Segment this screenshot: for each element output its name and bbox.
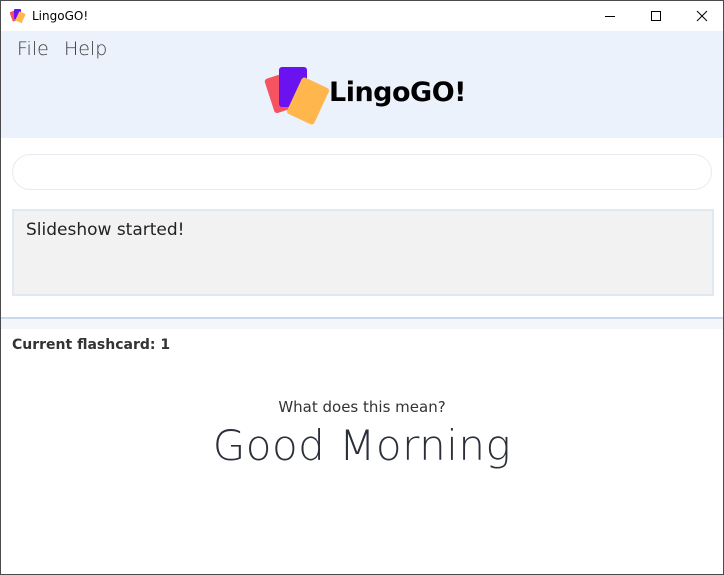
- maximize-button[interactable]: [633, 1, 679, 31]
- minimize-button[interactable]: [587, 1, 633, 31]
- title-bar[interactable]: LingoGO!: [1, 1, 723, 31]
- close-icon: [696, 10, 708, 22]
- menu-help[interactable]: Help: [64, 38, 107, 60]
- flashcard-question: What does this mean?: [278, 398, 446, 416]
- logo-text: LingoGO!: [329, 77, 467, 108]
- current-flashcard-label: Current flashcard: 1: [12, 337, 171, 353]
- divider-band: [1, 319, 723, 329]
- command-input[interactable]: [12, 154, 712, 190]
- app-window: LingoGO! File Help LingoGO! Slideshow st…: [0, 0, 724, 575]
- header: File Help LingoGO!: [1, 31, 723, 138]
- result-message: Slideshow started!: [26, 220, 185, 240]
- cards-logo-icon: [264, 67, 330, 125]
- app-logo: LingoGO!: [263, 65, 473, 129]
- flashcard-word: Good Morning: [212, 421, 512, 470]
- menu-file[interactable]: File: [17, 38, 49, 60]
- window-title: LingoGO!: [32, 9, 89, 23]
- close-button[interactable]: [679, 1, 724, 31]
- result-display: Slideshow started!: [12, 209, 714, 296]
- minimize-icon: [605, 16, 615, 17]
- app-logo-icon: [10, 9, 26, 23]
- maximize-icon: [651, 11, 661, 21]
